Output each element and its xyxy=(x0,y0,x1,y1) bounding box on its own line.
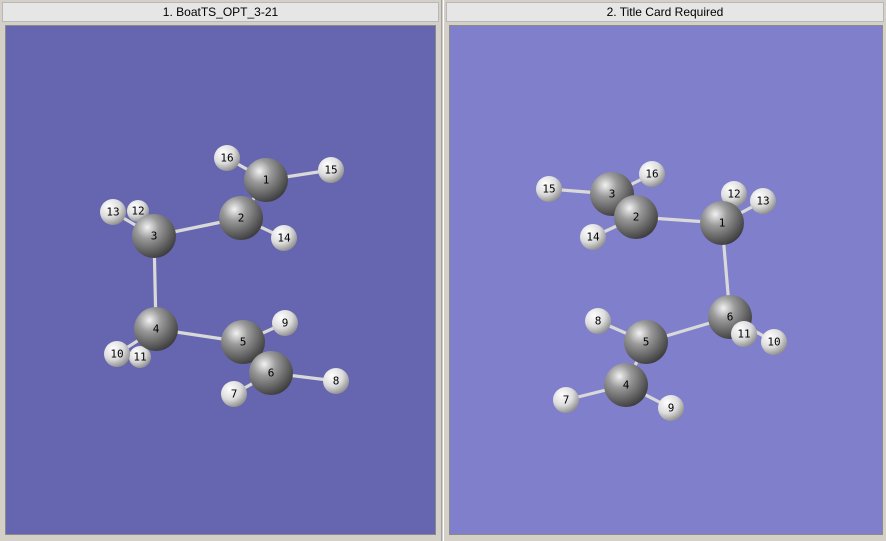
window-title: 1. BoatTS_OPT_3-21 xyxy=(2,2,439,22)
atom-label: 5 xyxy=(643,336,650,349)
atom-label: 7 xyxy=(231,388,238,401)
atom-15[interactable]: 15 xyxy=(536,176,562,202)
atom-label: 12 xyxy=(131,205,144,218)
atom-7[interactable]: 7 xyxy=(221,381,247,407)
atom-8[interactable]: 8 xyxy=(585,308,611,334)
atom-3[interactable]: 3 xyxy=(132,214,176,258)
atom-label: 9 xyxy=(282,317,289,330)
atom-15[interactable]: 15 xyxy=(318,157,344,183)
atom-label: 12 xyxy=(727,188,740,201)
molecule-viewport[interactable]: 16 3 15 2 14 12 13 1 8 6 5 10 11 7 4 9 xyxy=(449,25,883,535)
atom-14[interactable]: 14 xyxy=(271,225,297,251)
molecule-viewport[interactable]: 12 16 1 15 13 2 14 3 9 11 10 4 5 6 7 8 xyxy=(5,25,436,535)
atom-1[interactable]: 1 xyxy=(700,201,744,245)
atom-label: 11 xyxy=(737,328,750,341)
atom-label: 10 xyxy=(110,348,123,361)
atom-7[interactable]: 7 xyxy=(553,387,579,413)
molecule-window-2: 2. Title Card Required 16 3 15 2 14 12 13 1 8 6 5 1… xyxy=(444,0,886,541)
atom-label: 3 xyxy=(151,230,158,243)
atom-14[interactable]: 14 xyxy=(580,224,606,250)
atom-label: 14 xyxy=(586,231,600,244)
atom-label: 6 xyxy=(727,311,734,324)
atom-label: 15 xyxy=(542,183,555,196)
atom-5[interactable]: 5 xyxy=(624,320,668,364)
atom-label: 16 xyxy=(220,152,233,165)
atom-6[interactable]: 6 xyxy=(249,351,293,395)
atom-label: 10 xyxy=(767,336,780,349)
atom-label: 1 xyxy=(263,174,270,187)
atom-label: 8 xyxy=(595,315,602,328)
atom-11[interactable]: 11 xyxy=(731,321,757,347)
atom-4[interactable]: 4 xyxy=(604,363,648,407)
atom-16[interactable]: 16 xyxy=(214,145,240,171)
atom-label: 4 xyxy=(623,379,630,392)
atom-13[interactable]: 13 xyxy=(750,188,776,214)
atom-9[interactable]: 9 xyxy=(658,395,684,421)
atom-label: 8 xyxy=(333,375,340,388)
viewport-background xyxy=(6,26,435,534)
atom-label: 14 xyxy=(277,232,291,245)
atom-label: 11 xyxy=(133,351,146,364)
atom-16[interactable]: 16 xyxy=(639,161,665,187)
atom-1[interactable]: 1 xyxy=(244,158,288,202)
atom-8[interactable]: 8 xyxy=(323,368,349,394)
molecule-canvas[interactable]: 16 3 15 2 14 12 13 1 8 6 5 10 11 7 4 9 xyxy=(450,26,883,535)
atom-label: 2 xyxy=(238,212,245,225)
atom-2[interactable]: 2 xyxy=(219,196,263,240)
atom-10[interactable]: 10 xyxy=(761,329,787,355)
atom-label: 7 xyxy=(563,394,570,407)
atom-label: 9 xyxy=(668,402,675,415)
window-title: 2. Title Card Required xyxy=(446,2,884,22)
molecule-window-1: 1. BoatTS_OPT_3-21 12 16 1 15 13 2 14 3 9 11 10 4 5 6… xyxy=(0,0,441,541)
atom-2[interactable]: 2 xyxy=(614,195,658,239)
atom-label: 3 xyxy=(609,188,616,201)
atom-13[interactable]: 13 xyxy=(100,199,126,225)
atom-label: 15 xyxy=(324,164,337,177)
viewport-background xyxy=(450,26,882,534)
atom-label: 13 xyxy=(756,195,769,208)
atom-label: 2 xyxy=(633,211,640,224)
atom-9[interactable]: 9 xyxy=(272,310,298,336)
atom-label: 13 xyxy=(106,206,119,219)
molecule-canvas[interactable]: 12 16 1 15 13 2 14 3 9 11 10 4 5 6 7 8 xyxy=(6,26,436,535)
atom-label: 5 xyxy=(240,336,247,349)
atom-label: 16 xyxy=(645,168,658,181)
atom-10[interactable]: 10 xyxy=(104,341,130,367)
atom-4[interactable]: 4 xyxy=(134,307,178,351)
atom-label: 1 xyxy=(719,217,726,230)
atom-label: 4 xyxy=(153,323,160,336)
atom-label: 6 xyxy=(268,367,275,380)
